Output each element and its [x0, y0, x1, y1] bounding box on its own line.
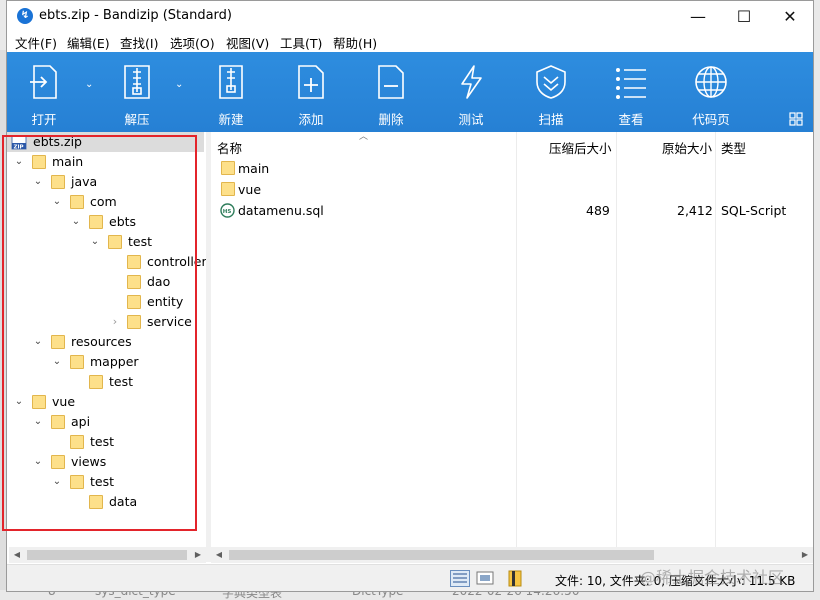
file-name: vue [238, 182, 262, 197]
globe-icon [695, 66, 727, 98]
menu-bar: 文件(F) 编辑(E) 查找(I) 选项(O) 视图(V) 工具(T) 帮助(H… [7, 32, 813, 52]
column-header-compressed[interactable]: 压缩后大小 [549, 138, 612, 160]
add-label: 添加 [298, 112, 324, 127]
layout-grid-icon[interactable] [789, 112, 803, 126]
thumbnail-view-icon[interactable] [476, 570, 494, 587]
view-label: 查看 [618, 112, 644, 127]
extract-button[interactable]: 解压 [107, 52, 167, 132]
menu-edit[interactable]: 编辑(E) [67, 33, 110, 52]
open-dropdown-chevron-icon[interactable]: ⌄ [85, 79, 93, 90]
menu-file[interactable]: 文件(F) [15, 33, 57, 52]
scroll-left-arrow-icon[interactable]: ◀ [211, 547, 227, 563]
tree-horizontal-scrollbar[interactable]: ◀ ▶ [9, 547, 206, 563]
list-horizontal-scrollbar[interactable]: ◀ ▶ [211, 547, 813, 563]
extract-icon [124, 65, 150, 99]
menu-options[interactable]: 选项(O) [170, 33, 215, 52]
column-header-name[interactable]: 名称 [217, 138, 242, 160]
sql-file-icon: HS [220, 203, 235, 218]
file-row[interactable]: vue [211, 180, 811, 201]
lightning-icon [461, 65, 482, 99]
folder-icon [221, 161, 235, 175]
scan-label: 扫描 [538, 112, 564, 127]
file-row[interactable]: main [211, 159, 811, 180]
original-size: 2,412 [677, 203, 713, 218]
file-row[interactable]: HS datamenu.sql 489 2,412 SQL-Script [211, 201, 811, 222]
scroll-left-arrow-icon[interactable]: ◀ [9, 547, 25, 563]
new-button[interactable]: 新建 [203, 52, 259, 132]
delete-file-icon [378, 65, 404, 99]
codepage-label: 代码页 [692, 112, 730, 127]
file-list[interactable]: ︿ 名称 压缩后大小 原始大小 类型 main vue HS datamenu.… [211, 132, 813, 547]
watermark: @稀土掘金技术社区 [640, 568, 785, 587]
column-header-type[interactable]: 类型 [721, 138, 746, 160]
file-name: main [238, 161, 270, 176]
open-button[interactable]: 打开 [17, 52, 71, 132]
sort-ascending-icon: ︿ [359, 132, 369, 141]
highlight-annotation-box [2, 135, 197, 531]
file-type: SQL-Script [721, 203, 787, 218]
list-view-icon [616, 68, 646, 99]
extract-dropdown-chevron-icon[interactable]: ⌄ [175, 79, 183, 90]
compressed-size: 489 [586, 203, 610, 218]
svg-text:HS: HS [223, 209, 232, 215]
scrollbar-thumb[interactable] [229, 550, 654, 560]
title-bar[interactable]: ↯ ebts.zip - Bandizip (Standard) — ☐ ✕ [7, 1, 813, 32]
details-view-icon[interactable] [450, 570, 470, 587]
scroll-right-arrow-icon[interactable]: ▶ [190, 547, 206, 563]
minimize-button[interactable]: — [675, 1, 721, 32]
archive-info-icon[interactable] [507, 570, 523, 587]
delete-button[interactable]: 删除 [363, 52, 419, 132]
close-button[interactable]: ✕ [767, 1, 813, 32]
scan-button[interactable]: 扫描 [523, 52, 579, 132]
test-button[interactable]: 测试 [443, 52, 499, 132]
shield-icon [536, 65, 566, 99]
menu-tools[interactable]: 工具(T) [280, 33, 322, 52]
maximize-button[interactable]: ☐ [721, 1, 767, 32]
column-header-original[interactable]: 原始大小 [662, 138, 712, 160]
test-label: 测试 [458, 112, 484, 127]
codepage-button[interactable]: 代码页 [683, 52, 739, 132]
delete-label: 删除 [378, 112, 404, 127]
folder-icon [221, 182, 235, 196]
menu-find[interactable]: 查找(I) [120, 33, 158, 52]
extract-label: 解压 [124, 112, 150, 127]
new-label: 新建 [218, 112, 244, 127]
open-label: 打开 [31, 112, 57, 127]
add-file-icon [298, 65, 324, 99]
toolbar: 打开 ⌄ 解压 ⌄ 新建 添加 删除 测试 扫描 查看 代码页 [7, 52, 813, 132]
add-button[interactable]: 添加 [283, 52, 339, 132]
scrollbar-thumb[interactable] [27, 550, 187, 560]
bandizip-app-icon: ↯ [17, 8, 33, 24]
file-name: datamenu.sql [238, 203, 324, 218]
menu-help[interactable]: 帮助(H) [333, 33, 377, 52]
scroll-right-arrow-icon[interactable]: ▶ [797, 547, 813, 563]
window-title: ebts.zip - Bandizip (Standard) [39, 8, 232, 23]
open-icon [30, 65, 57, 99]
view-button[interactable]: 查看 [603, 52, 659, 132]
menu-view[interactable]: 视图(V) [226, 33, 269, 52]
new-archive-icon [219, 65, 243, 99]
